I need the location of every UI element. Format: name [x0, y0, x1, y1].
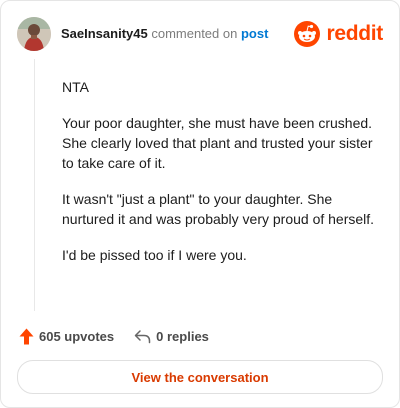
- comment-body: NTA Your poor daughter, she must have be…: [62, 77, 382, 281]
- comment-paragraph: NTA: [62, 79, 89, 95]
- reddit-snoo-icon: [294, 21, 321, 47]
- replies-count: 0 replies: [156, 328, 209, 344]
- comment-paragraph: It wasn't "just a plant" to your daughte…: [62, 191, 375, 227]
- upvote-arrow-icon: [19, 328, 34, 344]
- comment-header: SaeInsanity45 commented on post reddit: [17, 17, 383, 51]
- reply-arrow-icon: [134, 329, 151, 343]
- comment-headline: SaeInsanity45 commented on post: [61, 26, 268, 42]
- username-link[interactable]: SaeInsanity45: [61, 26, 148, 41]
- upvotes-stat[interactable]: 605 upvotes: [19, 328, 114, 345]
- avatar-image: [17, 17, 51, 51]
- comment-paragraph: I'd be pissed too if I were you.: [62, 247, 247, 263]
- view-conversation-button[interactable]: View the conversation: [17, 360, 383, 394]
- avatar[interactable]: [17, 17, 51, 51]
- reddit-wordmark: reddit: [326, 22, 383, 45]
- comment-stats: 605 upvotes 0 replies: [19, 327, 209, 345]
- comment-card: SaeInsanity45 commented on post reddit N…: [0, 0, 400, 408]
- thread-line: [34, 59, 35, 311]
- comment-paragraph: Your poor daughter, she must have been c…: [62, 115, 373, 171]
- upvotes-count: 605 upvotes: [39, 328, 115, 344]
- commented-on-text: commented on: [151, 26, 238, 41]
- post-link[interactable]: post: [241, 26, 268, 41]
- reddit-logo[interactable]: reddit: [294, 19, 383, 49]
- replies-stat[interactable]: 0 replies: [134, 329, 209, 344]
